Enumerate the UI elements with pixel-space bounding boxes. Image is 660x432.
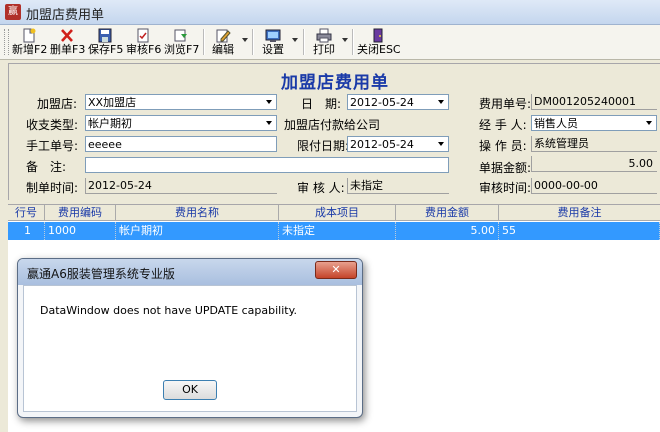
- settings-dropdown-arrow-icon[interactable]: [292, 38, 298, 42]
- ok-button[interactable]: OK: [163, 380, 217, 400]
- cost-item-cell[interactable]: 未指定: [279, 222, 396, 240]
- deadline-label: 限付日期:: [297, 139, 350, 153]
- window-title: 加盟店费用单: [26, 8, 105, 23]
- note-label: 备 注:: [26, 160, 67, 174]
- amount-label: 单据金额:: [479, 161, 532, 175]
- handler-label: 经 手 人:: [479, 118, 527, 132]
- grid-header-code[interactable]: 费用编码: [45, 205, 116, 221]
- save-button[interactable]: 保存F5: [88, 27, 123, 57]
- grid-header-amount[interactable]: 费用金额: [396, 205, 499, 221]
- close-door-icon: [373, 28, 383, 43]
- browse-icon: [174, 29, 187, 42]
- payer-text: 加盟店付款给公司: [284, 118, 381, 132]
- edit-button[interactable]: 编辑: [208, 27, 238, 57]
- printer-icon: [316, 28, 332, 43]
- settings-button[interactable]: 设置: [258, 27, 288, 57]
- audit-button[interactable]: 审核F6: [126, 27, 161, 57]
- delete-button[interactable]: 删单F3: [50, 27, 85, 57]
- toolbar-separator: [303, 29, 305, 55]
- manual-no-label: 手工单号:: [26, 139, 79, 153]
- store-dropdown-icon[interactable]: [262, 95, 276, 109]
- delete-x-icon: [61, 29, 73, 42]
- handler-select[interactable]: 销售人员: [531, 115, 657, 131]
- grid-header-cost-item[interactable]: 成本项目: [279, 205, 396, 221]
- table-row[interactable]: 1 1000 帐户期初 未指定 5.00 55: [8, 222, 660, 240]
- toolbar-separator: [203, 29, 205, 55]
- handler-dropdown-icon[interactable]: [642, 116, 656, 130]
- grid-header-name[interactable]: 费用名称: [116, 205, 279, 221]
- browse-button[interactable]: 浏览F7: [164, 27, 199, 57]
- toolbar: 新增F2 删单F3 保存F5 审核F6 浏览F7 编辑 设置 打印 关闭ESC: [0, 25, 660, 60]
- name-cell[interactable]: 帐户期初: [116, 222, 279, 240]
- date-picker[interactable]: 2012-05-24: [347, 94, 449, 110]
- fee-type-dropdown-icon[interactable]: [262, 116, 276, 130]
- auditor-label: 审 核 人:: [297, 181, 345, 195]
- grid-header-remark[interactable]: 费用备注: [499, 205, 660, 221]
- remark-cell[interactable]: 55: [499, 222, 660, 240]
- created-label: 制单时间:: [26, 181, 79, 195]
- fee-type-select[interactable]: 帐户期初: [85, 115, 277, 131]
- auditor-field: 未指定: [347, 178, 449, 194]
- row-no-cell[interactable]: 1: [8, 222, 45, 240]
- operator-field: 系统管理员: [531, 136, 657, 152]
- dialog-body: DataWindow does not have UPDATE capabili…: [23, 285, 357, 412]
- date-label: 日 期:: [301, 97, 342, 111]
- doc-no-field: DM001205240001: [531, 94, 657, 110]
- print-dropdown-arrow-icon[interactable]: [342, 38, 348, 42]
- note-input[interactable]: [85, 157, 449, 173]
- store-label: 加盟店:: [37, 97, 78, 111]
- toolbar-separator: [352, 29, 354, 55]
- audit-check-icon: [137, 28, 149, 43]
- deadline-dropdown-icon[interactable]: [434, 137, 448, 151]
- toolbar-separator: [252, 29, 254, 55]
- edit-pencil-icon: [216, 29, 231, 43]
- settings-icon: [265, 29, 281, 42]
- amount-field: 5.00: [531, 156, 657, 172]
- window-titlebar: 赢 加盟店费用单: [0, 0, 660, 25]
- new-document-icon: [23, 28, 36, 43]
- edit-dropdown-arrow-icon[interactable]: [242, 38, 248, 42]
- dialog-message: DataWindow does not have UPDATE capabili…: [40, 304, 298, 317]
- date-dropdown-icon[interactable]: [434, 95, 448, 109]
- app-logo-icon: 赢: [5, 4, 21, 20]
- created-field: 2012-05-24: [85, 178, 277, 194]
- audit-time-field: 0000-00-00: [531, 178, 657, 194]
- dialog-titlebar[interactable]: 赢通A6服装管理系统专业版 ✕: [18, 259, 362, 285]
- operator-label: 操 作 员:: [479, 139, 527, 153]
- amount-cell[interactable]: 5.00: [396, 222, 499, 240]
- doc-no-label: 费用单号:: [479, 97, 532, 111]
- code-cell[interactable]: 1000: [45, 222, 116, 240]
- print-button[interactable]: 打印: [309, 27, 339, 57]
- save-disk-icon: [98, 28, 112, 43]
- close-button[interactable]: 关闭ESC: [357, 27, 401, 57]
- audit-time-label: 审核时间:: [479, 181, 532, 195]
- manual-no-input[interactable]: eeeee: [85, 136, 277, 152]
- dialog-close-icon[interactable]: ✕: [315, 261, 357, 279]
- grid-header-row-no[interactable]: 行号: [8, 205, 45, 221]
- store-select[interactable]: XX加盟店: [85, 94, 277, 110]
- fee-type-label: 收支类型:: [26, 118, 79, 132]
- dialog-title: 赢通A6服装管理系统专业版: [27, 267, 175, 281]
- new-button[interactable]: 新增F2: [12, 27, 47, 57]
- toolbar-grip[interactable]: [4, 29, 9, 55]
- header-form: 加盟店费用单 加盟店: XX加盟店 日 期: 2012-05-24 费用单号: …: [8, 63, 660, 200]
- deadline-picker[interactable]: 2012-05-24: [347, 136, 449, 152]
- error-dialog: 赢通A6服装管理系统专业版 ✕ DataWindow does not have…: [17, 258, 363, 418]
- form-title: 加盟店费用单: [281, 73, 389, 93]
